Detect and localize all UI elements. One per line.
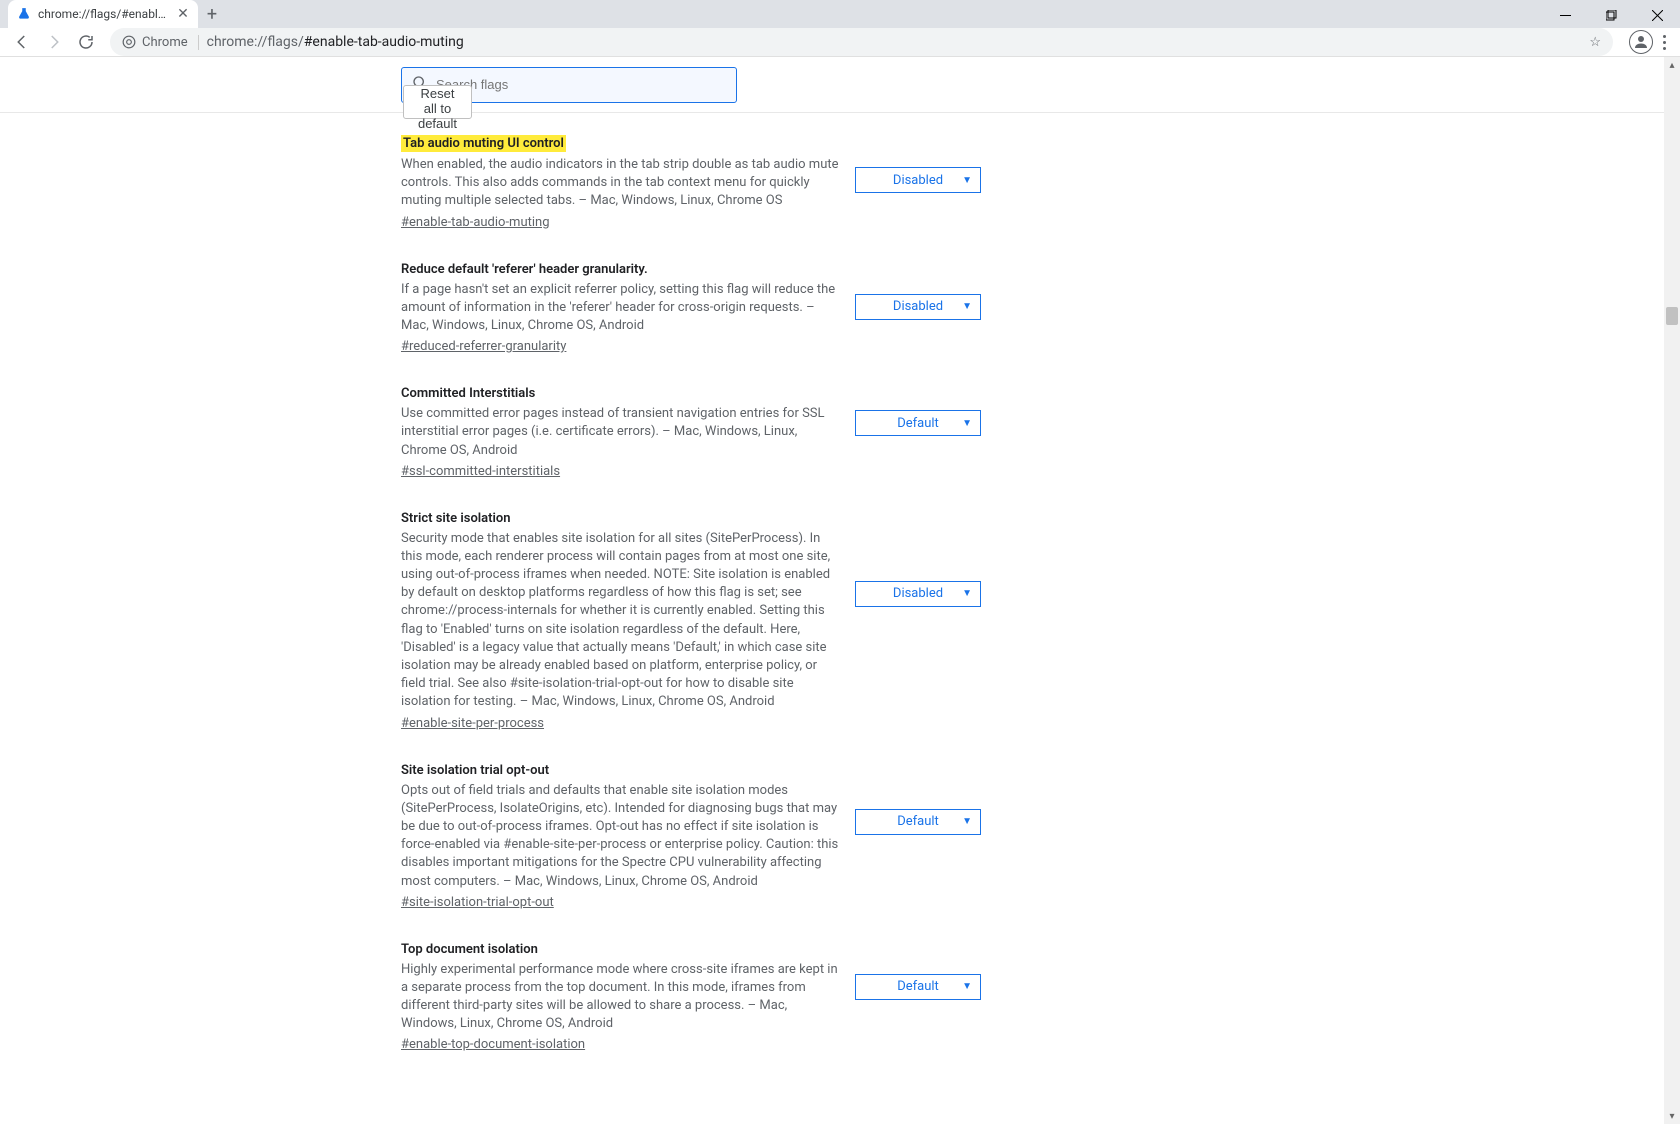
tab-title: chrome://flags/#enable-tab-audi (38, 7, 170, 21)
flag-item: Strict site isolation Security mode that … (401, 511, 981, 731)
flag-item: Tab audio muting UI control When enabled,… (401, 135, 981, 230)
url-text: chrome://flags/#enable-tab-audio-muting (207, 34, 1582, 50)
site-chip-label: Chrome (142, 35, 188, 50)
flag-anchor-link[interactable]: #enable-site-per-process (401, 716, 544, 731)
tab-strip: chrome://flags/#enable-tab-audi ✕ + (0, 0, 1680, 28)
flag-state-value: Default (897, 814, 939, 829)
flag-state-select[interactable]: Disabled ▼ (855, 581, 981, 607)
vertical-scrollbar[interactable]: ▴ ▾ (1664, 57, 1680, 1124)
flag-state-value: Default (897, 979, 939, 994)
browser-tab[interactable]: chrome://flags/#enable-tab-audi ✕ (8, 0, 198, 28)
chevron-down-icon: ▼ (962, 588, 972, 599)
flag-state-select[interactable]: Disabled ▼ (855, 294, 981, 320)
flag-anchor-link[interactable]: #enable-tab-audio-muting (401, 215, 550, 230)
flag-anchor-link[interactable]: #reduced-referrer-granularity (401, 339, 566, 354)
flag-title: Strict site isolation (401, 511, 511, 526)
flag-state-select[interactable]: Default ▼ (855, 974, 981, 1000)
flag-item: Site isolation trial opt-out Opts out of … (401, 763, 981, 910)
flag-title: Committed Interstitials (401, 386, 535, 401)
flag-description: When enabled, the audio indicators in th… (401, 156, 841, 211)
flag-title: Reduce default 'referer' header granular… (401, 262, 648, 277)
flag-item: Top document isolation Highly experimenta… (401, 942, 981, 1053)
flag-title: Top document isolation (401, 942, 538, 957)
toolbar-right (1623, 30, 1672, 54)
scroll-down-arrow[interactable]: ▾ (1664, 1108, 1680, 1124)
flask-icon (16, 6, 32, 22)
flags-list: Tab audio muting UI control When enabled,… (401, 113, 981, 1124)
close-icon[interactable]: ✕ (176, 7, 190, 21)
forward-button[interactable] (40, 28, 68, 56)
close-window-button[interactable] (1634, 0, 1680, 30)
flag-state-value: Default (897, 416, 939, 431)
flag-item: Reduce default 'referer' header granular… (401, 262, 981, 355)
address-bar[interactable]: Chrome chrome://flags/#enable-tab-audio-… (110, 28, 1613, 56)
reload-button[interactable] (72, 28, 100, 56)
flag-state-select[interactable]: Default ▼ (855, 809, 981, 835)
browser-toolbar: Chrome chrome://flags/#enable-tab-audio-… (0, 28, 1680, 57)
flag-description: Opts out of field trials and defaults th… (401, 782, 841, 891)
flag-item: Committed Interstitials Use committed err… (401, 386, 981, 479)
window: chrome://flags/#enable-tab-audi ✕ + (0, 0, 1680, 1014)
bookmark-star-icon[interactable]: ☆ (1589, 35, 1601, 50)
profile-avatar-icon[interactable] (1629, 30, 1653, 54)
flag-description: Security mode that enables site isolatio… (401, 530, 841, 712)
flag-anchor-link[interactable]: #ssl-committed-interstitials (401, 464, 560, 479)
flag-state-select[interactable]: Default ▼ (855, 410, 981, 436)
chevron-down-icon: ▼ (962, 301, 972, 312)
flags-header: Reset all to default (0, 57, 1680, 113)
flag-state-value: Disabled (893, 299, 943, 314)
site-identity-chip[interactable]: Chrome (122, 35, 199, 50)
flag-state-value: Disabled (893, 586, 943, 601)
page-content: Reset all to default Tab audio muting UI… (0, 57, 1680, 1124)
flag-anchor-link[interactable]: #site-isolation-trial-opt-out (401, 895, 554, 910)
flag-state-value: Disabled (893, 173, 943, 188)
maximize-button[interactable] (1588, 0, 1634, 30)
chevron-down-icon: ▼ (962, 418, 972, 429)
minimize-button[interactable] (1542, 0, 1588, 30)
window-controls (1542, 0, 1680, 30)
chrome-icon (122, 35, 136, 49)
kebab-menu-icon[interactable] (1663, 35, 1666, 50)
chevron-down-icon: ▼ (962, 981, 972, 992)
flag-title: Tab audio muting UI control (401, 135, 566, 152)
flag-description: If a page hasn't set an explicit referre… (401, 281, 841, 336)
flag-state-select[interactable]: Disabled ▼ (855, 167, 981, 193)
flag-description: Use committed error pages instead of tra… (401, 405, 841, 460)
chevron-down-icon: ▼ (962, 816, 972, 827)
flags-scroll-area[interactable]: Tab audio muting UI control When enabled,… (0, 113, 1680, 1124)
back-button[interactable] (8, 28, 36, 56)
flag-description: Highly experimental performance mode whe… (401, 961, 841, 1034)
flag-anchor-link[interactable]: #enable-top-document-isolation (401, 1037, 585, 1052)
chevron-down-icon: ▼ (962, 175, 972, 186)
search-input[interactable] (436, 77, 726, 92)
scrollbar-thumb[interactable] (1666, 307, 1678, 325)
new-tab-button[interactable]: + (198, 0, 226, 28)
flag-title: Site isolation trial opt-out (401, 763, 549, 778)
scroll-up-arrow[interactable]: ▴ (1664, 57, 1680, 73)
